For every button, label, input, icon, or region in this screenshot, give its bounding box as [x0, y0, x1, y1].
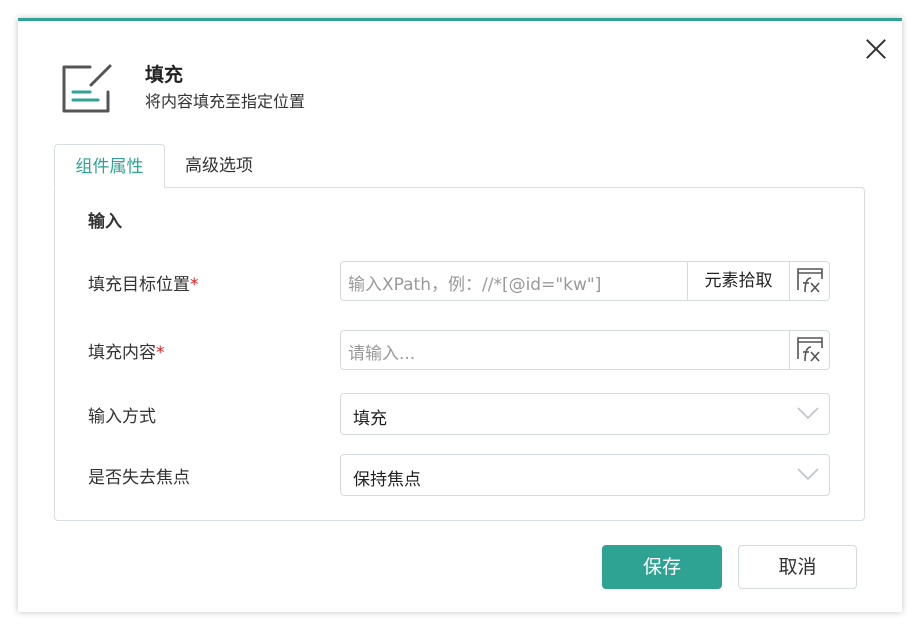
section-title-input: 输入: [88, 212, 122, 232]
content-input[interactable]: 请输入...: [340, 330, 830, 370]
close-icon[interactable]: [865, 38, 887, 60]
target-label-text: 填充目标位置: [88, 275, 190, 295]
content-label: 填充内容*: [88, 338, 165, 363]
input-mode-value: 填充: [353, 409, 387, 429]
blur-focus-select[interactable]: 保持焦点: [340, 454, 830, 496]
blur-focus-value: 保持焦点: [353, 470, 421, 490]
chevron-down-icon: [797, 407, 819, 420]
input-mode-label: 输入方式: [88, 407, 156, 427]
xpath-input[interactable]: 输入XPath，例：//*[@id="kw"] 元素拾取: [340, 261, 830, 301]
target-label: 填充目标位置*: [88, 270, 199, 295]
fx-formula-icon[interactable]: [789, 331, 829, 369]
dialog-title: 填充: [145, 64, 184, 86]
xpath-placeholder: 输入XPath，例：//*[@id="kw"]: [348, 275, 602, 295]
content-label-text: 填充内容: [88, 343, 156, 363]
dialog-subtitle: 将内容填充至指定位置: [145, 92, 306, 111]
required-mark: *: [156, 343, 165, 363]
required-mark: *: [190, 275, 199, 295]
tab-advanced-options[interactable]: 高级选项: [185, 144, 253, 188]
tab-component-properties[interactable]: 组件属性: [54, 144, 165, 188]
chevron-down-icon: [797, 468, 819, 481]
cancel-button[interactable]: 取消: [738, 545, 857, 589]
content-placeholder: 请输入...: [348, 344, 416, 364]
save-button[interactable]: 保存: [602, 545, 722, 589]
edit-form-icon: [60, 60, 116, 114]
fx-formula-icon[interactable]: [789, 262, 829, 300]
blur-focus-label: 是否失去焦点: [88, 468, 190, 488]
input-mode-select[interactable]: 填充: [340, 393, 830, 435]
element-pick-button[interactable]: 元素拾取: [687, 262, 789, 300]
